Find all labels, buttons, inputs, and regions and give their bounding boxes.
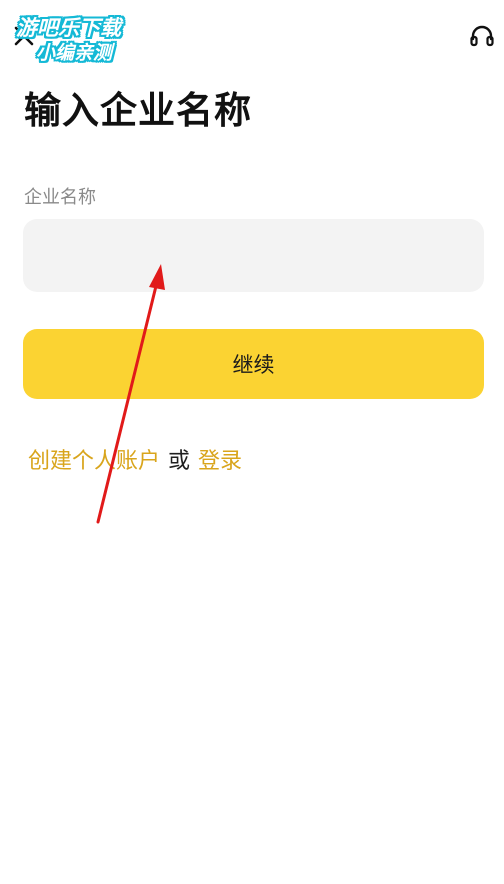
or-text: 或 — [168, 449, 191, 474]
support-button[interactable] — [468, 22, 496, 50]
create-personal-account-link[interactable]: 创建个人账户 — [28, 449, 160, 474]
continue-button[interactable]: 继续 — [23, 329, 484, 399]
login-link[interactable]: 登录 — [198, 449, 242, 474]
company-name-input[interactable] — [23, 219, 484, 292]
page-title: 输入企业名称 — [24, 89, 252, 132]
watermark: 游吧乐下载 小编亲测 — [16, 10, 152, 66]
watermark-line-2: 小编亲测 — [36, 42, 113, 64]
company-name-label: 企业名称 — [24, 187, 96, 208]
top-bar: 游吧乐下载 小编亲测 — [0, 0, 504, 70]
account-options: 创建个人账户或登录 — [28, 443, 242, 475]
headset-icon — [470, 25, 494, 47]
